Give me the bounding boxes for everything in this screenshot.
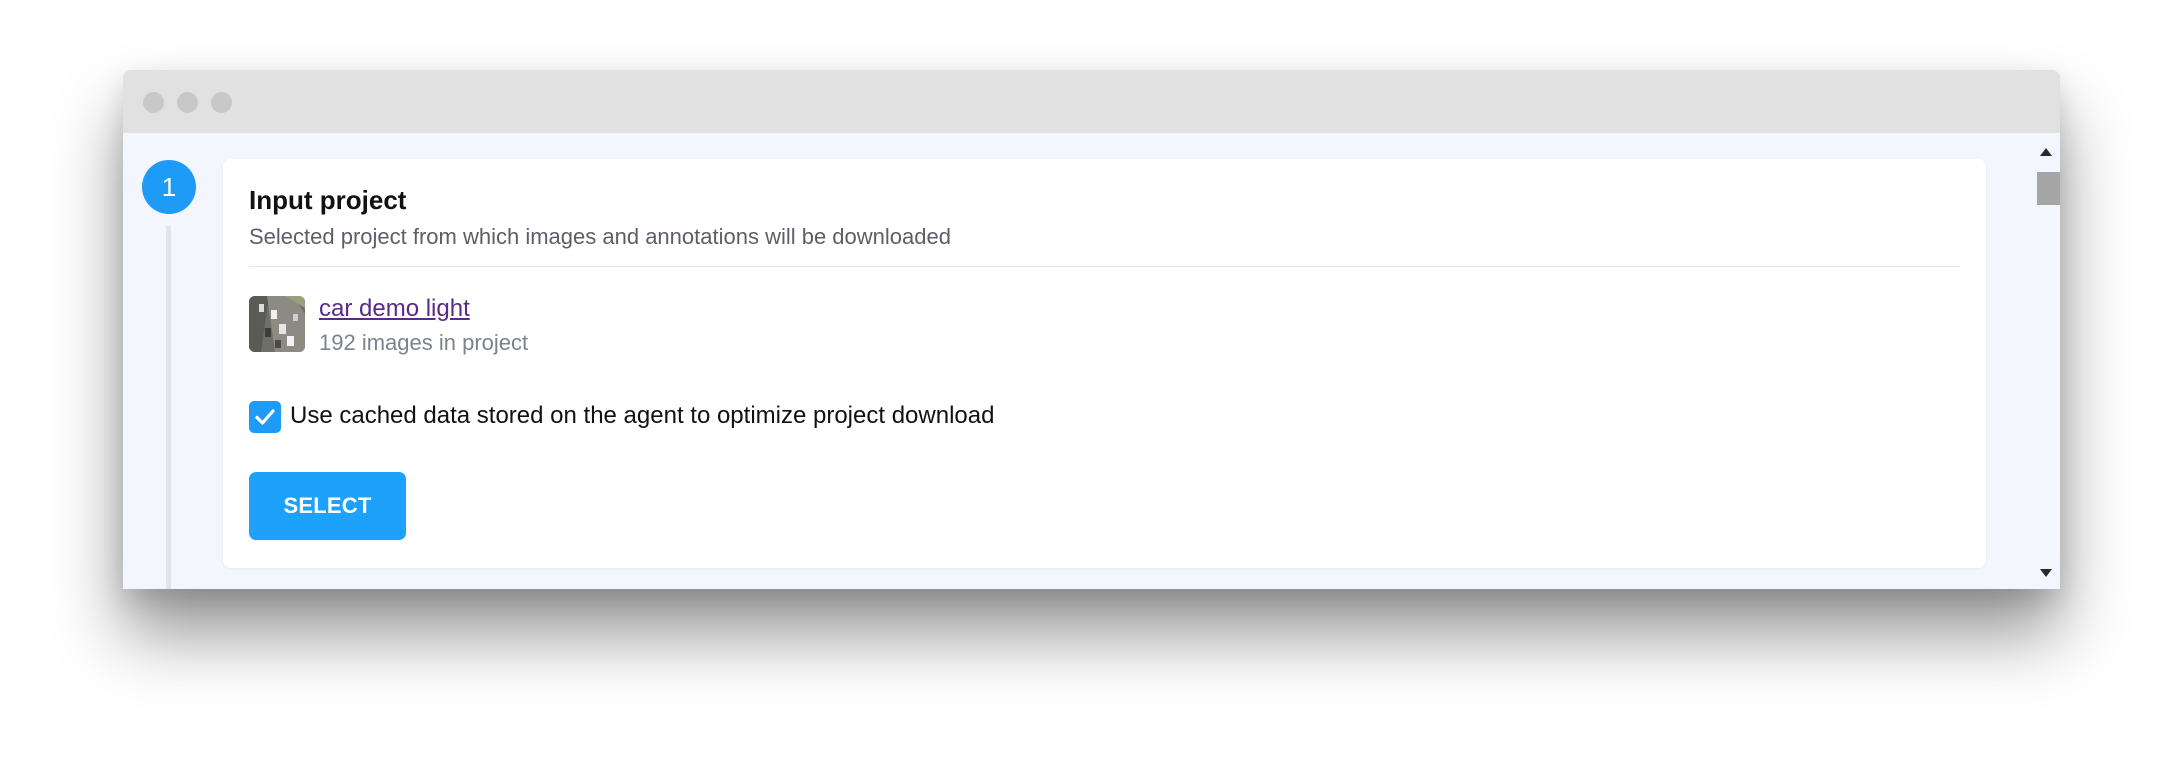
card-divider — [249, 266, 1960, 267]
window-minimize-dot[interactable] — [177, 92, 198, 113]
use-cache-label[interactable]: Use cached data stored on the agent to o… — [290, 402, 994, 430]
input-project-card: Input project Selected project from whic… — [223, 159, 1986, 568]
window-content: 1 Input project Selected project from wh… — [123, 133, 2060, 589]
step-connector-line — [166, 226, 171, 589]
checkmark-icon — [255, 409, 275, 425]
scrollbar-thumb[interactable] — [2037, 172, 2060, 205]
window-close-dot[interactable] — [143, 92, 164, 113]
window-maximize-dot[interactable] — [211, 92, 232, 113]
step-number-badge: 1 — [142, 160, 196, 214]
card-description: Selected project from which images and a… — [249, 224, 951, 249]
scroll-down-arrow-icon[interactable] — [2040, 569, 2052, 577]
project-image-count: 192 images in project — [319, 330, 529, 355]
card-title: Input project — [249, 185, 407, 215]
app-window: 1 Input project Selected project from wh… — [123, 70, 2060, 589]
project-name-link[interactable]: car demo light — [319, 295, 470, 323]
scroll-up-arrow-icon[interactable] — [2040, 148, 2052, 156]
screenshot-stage: 1 Input project Selected project from wh… — [0, 0, 2182, 764]
vertical-scrollbar[interactable] — [2032, 133, 2060, 589]
project-thumbnail-icon — [249, 296, 305, 352]
use-cache-checkbox[interactable] — [249, 401, 281, 433]
select-button[interactable]: SELECT — [249, 472, 406, 540]
window-titlebar — [123, 70, 2060, 133]
